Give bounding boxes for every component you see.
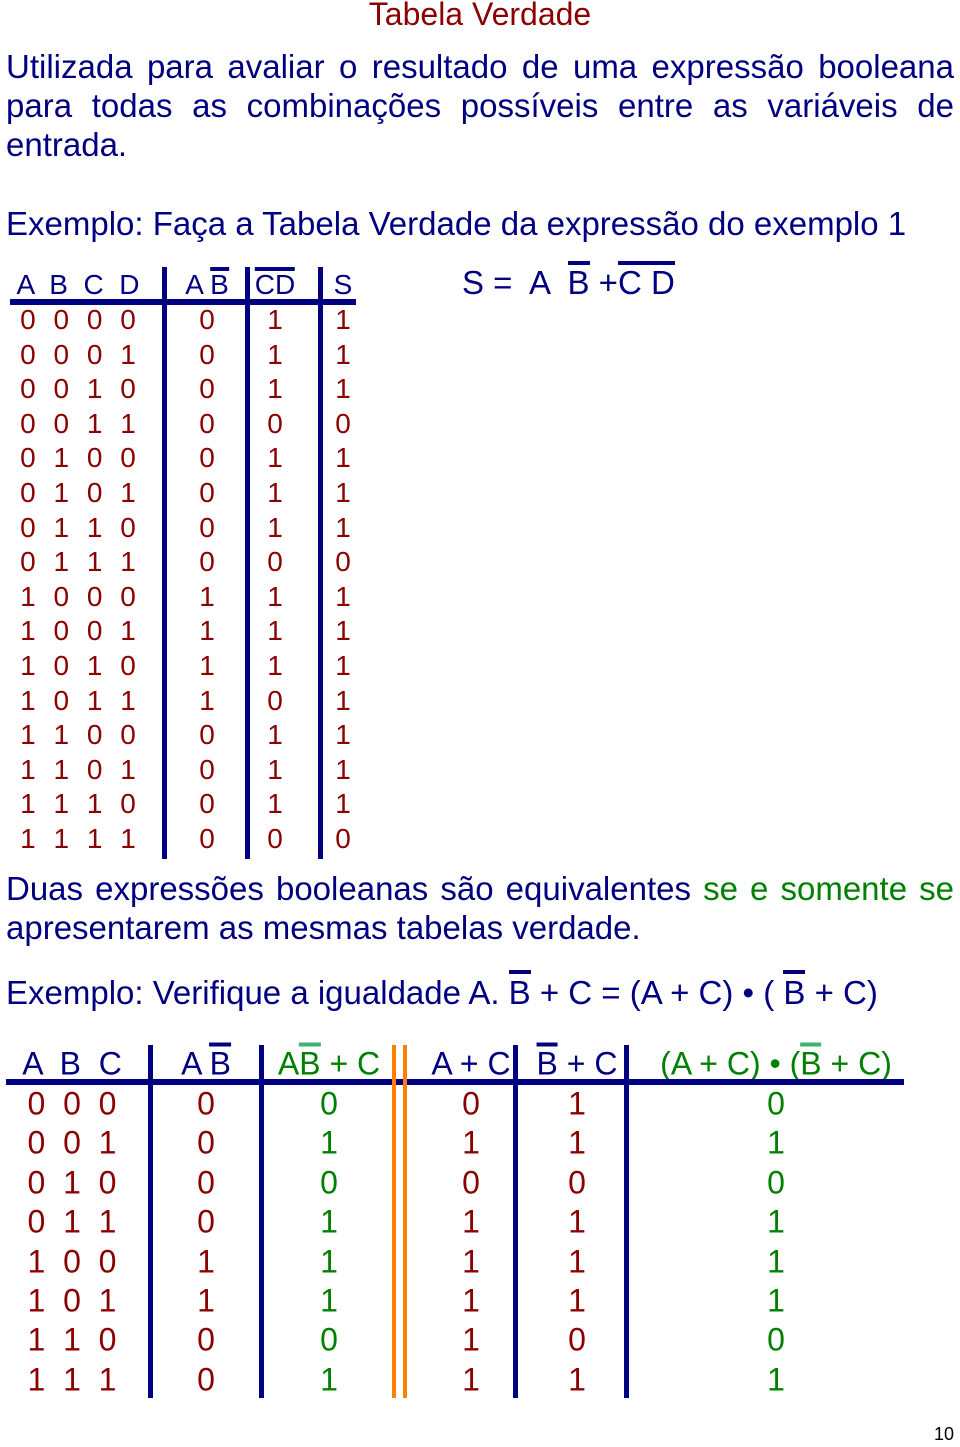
overbar-term: B: [536, 1042, 559, 1082]
table-cell: 1: [568, 1361, 586, 1398]
text-segment: A: [277, 1045, 300, 1082]
text-segment: A B C: [22, 1045, 122, 1082]
table-cell: 0: [197, 1203, 215, 1240]
separator-line: [392, 1045, 396, 1398]
table-cell: 0: [197, 1361, 215, 1398]
column-divider: [148, 1045, 153, 1398]
column-divider: [624, 1045, 629, 1398]
table-cell: 1: [462, 1243, 480, 1280]
header-divider: [6, 1079, 904, 1085]
table-cell: 1: [462, 1361, 480, 1398]
table-cell: 1 1 0: [27, 1321, 117, 1358]
table-cell: 1: [568, 1243, 586, 1280]
column-divider: [513, 1045, 518, 1398]
table-cell: 1: [462, 1124, 480, 1161]
column-header: B + C: [536, 1042, 618, 1083]
table-cell: 1: [767, 1361, 785, 1398]
table-cell: 1: [462, 1203, 480, 1240]
table-cell: 1: [320, 1203, 338, 1240]
table-cell: 0 0 0: [27, 1085, 117, 1122]
column-header: A + C: [431, 1046, 510, 1083]
text-segment: + C): [821, 1045, 892, 1082]
table-cell: 1: [197, 1243, 215, 1280]
table-cell: 1: [568, 1124, 586, 1161]
table-cell: 0: [568, 1321, 586, 1358]
table-cell: 0: [462, 1085, 480, 1122]
table-cell: 1: [462, 1321, 480, 1358]
table-cell: 0: [320, 1085, 338, 1122]
table-cell: 0: [767, 1085, 785, 1122]
separator-line: [403, 1045, 407, 1398]
text-segment: (A + C) • (: [660, 1045, 801, 1082]
table-cell: 1: [568, 1282, 586, 1319]
table-cell: 0 1 1: [27, 1203, 117, 1240]
truth-table-2: A B CA B AB + CA + CB + C (A + C) • (B + C…: [0, 0, 910, 1400]
table-cell: 0 1 0: [27, 1164, 117, 1201]
table-cell: 1: [767, 1124, 785, 1161]
text-segment: A: [181, 1045, 210, 1082]
table-cell: 0: [197, 1321, 215, 1358]
table-cell: 1: [320, 1361, 338, 1398]
column-header: A B C: [22, 1046, 122, 1083]
text-segment: + C: [557, 1045, 618, 1082]
text-segment: A + C: [431, 1045, 511, 1082]
table-cell: 1: [767, 1282, 785, 1319]
table-cell: 1: [320, 1282, 338, 1319]
table-cell: 0: [197, 1124, 215, 1161]
table-cell: 1: [568, 1085, 586, 1122]
column-header: (A + C) • (B + C): [660, 1042, 892, 1083]
table-cell: 1 0 1: [27, 1282, 117, 1319]
table-cell: 0: [197, 1085, 215, 1122]
table-cell: 0: [767, 1321, 785, 1358]
table-cell: 1: [197, 1282, 215, 1319]
table-cell: 1 1 1: [27, 1361, 117, 1398]
table-cell: 0: [320, 1321, 338, 1358]
page-number: 10: [933, 1424, 954, 1444]
table-cell: 1: [767, 1203, 785, 1240]
table-cell: 1: [767, 1243, 785, 1280]
table-cell: 0 0 1: [27, 1124, 117, 1161]
table-cell: 1: [568, 1203, 586, 1240]
table-cell: 1 0 0: [27, 1243, 117, 1280]
table-cell: 1: [462, 1282, 480, 1319]
table-cell: 1: [320, 1124, 338, 1161]
overbar-term: B: [209, 1042, 232, 1082]
table-cell: 0: [197, 1164, 215, 1201]
column-divider: [259, 1045, 264, 1398]
overbar-term: B: [299, 1042, 321, 1082]
text-segment: + C: [320, 1045, 381, 1082]
column-header: AB + C: [277, 1042, 381, 1083]
table-cell: 1: [320, 1243, 338, 1280]
column-header: A B: [181, 1042, 232, 1083]
table-cell: 0: [462, 1164, 480, 1201]
overbar-term: B: [800, 1042, 822, 1082]
table-cell: 0: [320, 1164, 338, 1201]
table-cell: 0: [767, 1164, 785, 1201]
table-cell: 0: [568, 1164, 586, 1201]
